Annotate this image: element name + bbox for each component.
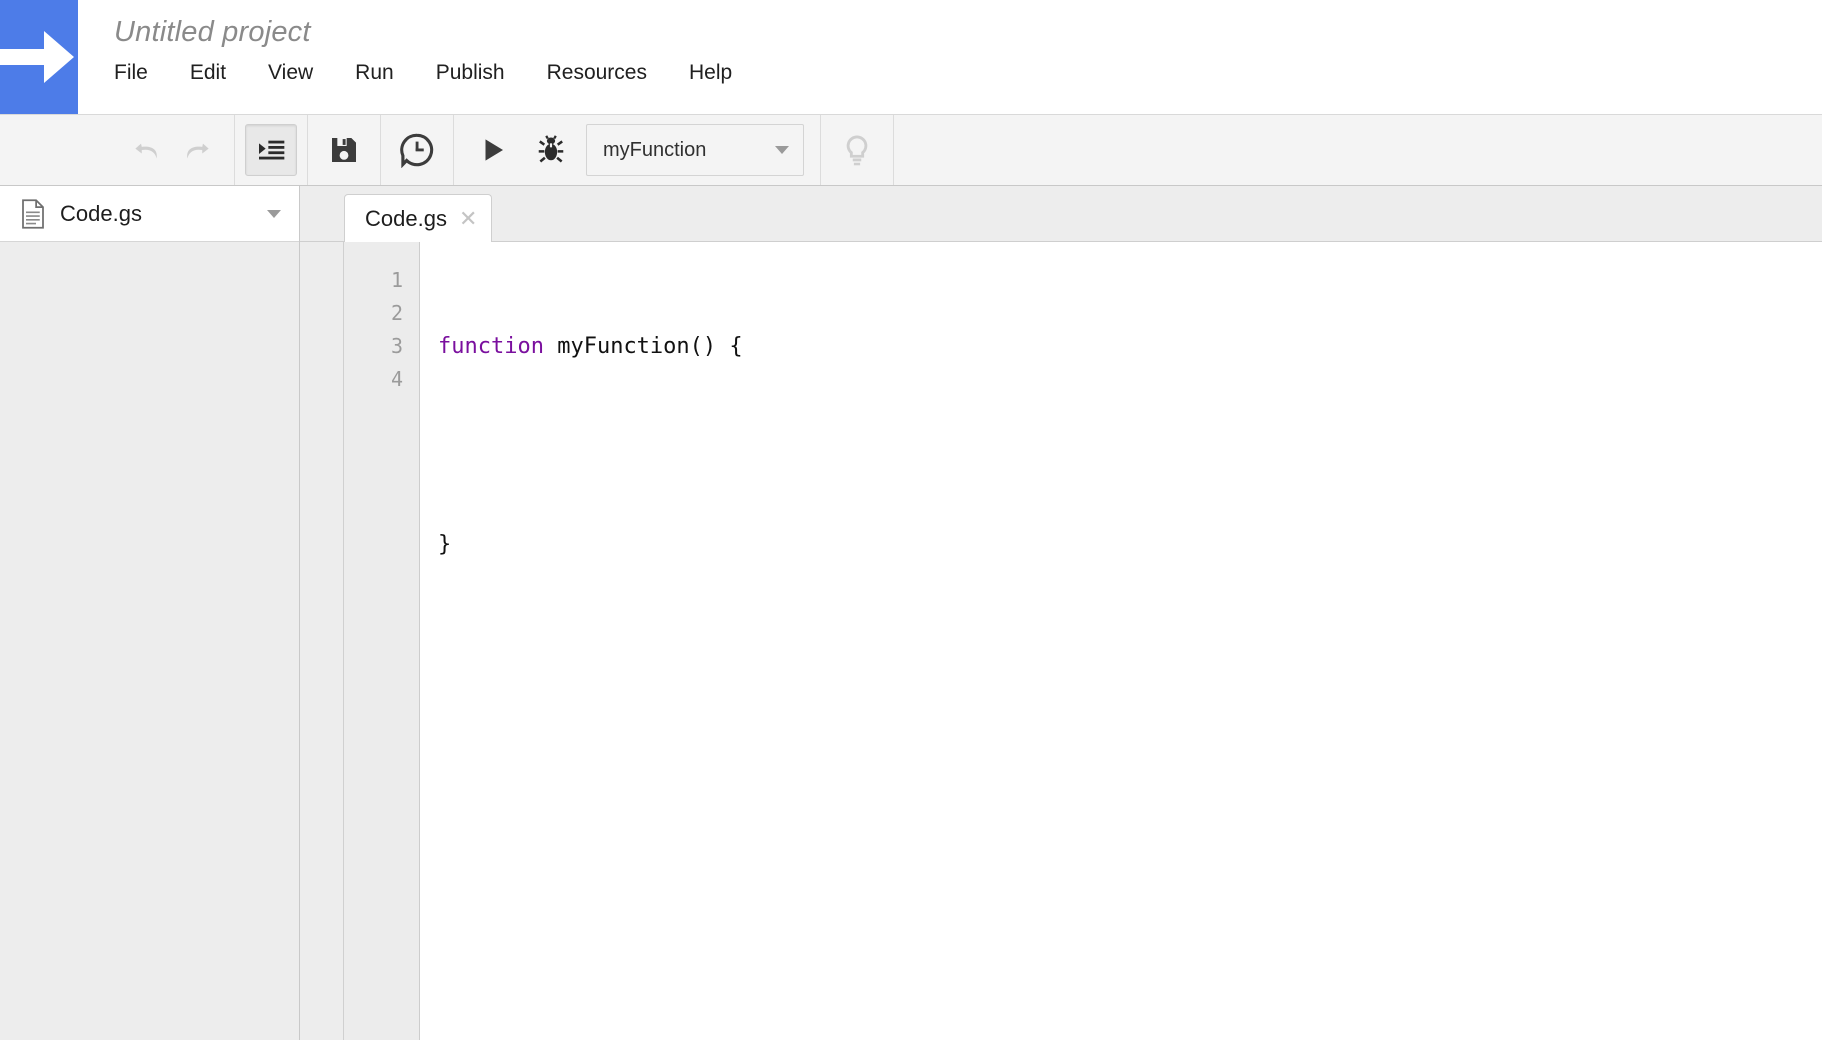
lightbulb-icon — [840, 133, 874, 167]
toolbar-group-version — [381, 115, 454, 185]
code-line: function myFunction() { — [438, 330, 1822, 363]
code-keyword: function — [438, 334, 544, 359]
code-line: ​ — [438, 627, 1822, 660]
line-number: 1 — [344, 264, 403, 297]
menu-item-publish[interactable]: Publish — [436, 58, 505, 88]
menu-item-help[interactable]: Help — [689, 58, 732, 88]
apps-script-editor: Untitled project File Edit View Run Publ… — [0, 0, 1822, 1040]
main-body: Code.gs Code.gs ✕ 1 2 3 4 — [0, 186, 1822, 1040]
file-menu-chevron-down-icon[interactable] — [267, 210, 281, 218]
menu-item-resources[interactable]: Resources — [547, 58, 647, 88]
header-text-block: Untitled project File Edit View Run Publ… — [78, 0, 732, 114]
toolbar-group-history — [110, 115, 235, 185]
menu-item-file[interactable]: File — [114, 58, 148, 88]
menu-item-run[interactable]: Run — [355, 58, 394, 88]
debug-button[interactable] — [522, 124, 580, 176]
page-title[interactable]: Untitled project — [114, 12, 732, 52]
file-script-icon — [20, 199, 46, 229]
toolbar-group-save — [308, 115, 381, 185]
version-history-button[interactable] — [391, 124, 443, 176]
hint-button[interactable] — [831, 124, 883, 176]
blue-arrow-logo-icon — [0, 25, 78, 89]
line-number: 3 — [344, 330, 403, 363]
line-number-gutter: 1 2 3 4 — [344, 242, 420, 1040]
editor-tabstrip: Code.gs ✕ — [300, 186, 1822, 242]
chevron-down-icon — [775, 146, 789, 154]
redo-button[interactable] — [172, 124, 224, 176]
code-editor[interactable]: 1 2 3 4 function myFunction() { ​ }​ ​ — [300, 242, 1822, 1040]
menu-item-edit[interactable]: Edit — [190, 58, 226, 88]
redo-icon — [181, 133, 215, 167]
indent-button[interactable] — [245, 124, 297, 176]
bug-icon — [535, 134, 567, 166]
function-select-value: myFunction — [603, 139, 706, 162]
toolbar-group-hint — [821, 115, 894, 185]
sidebar-item-label: Code.gs — [60, 201, 267, 227]
indent-icon — [255, 134, 287, 166]
menu-bar: File Edit View Run Publish Resources Hel… — [114, 58, 732, 88]
code-text: myFunction() { — [544, 334, 743, 359]
save-floppy-icon — [328, 134, 360, 166]
sidebar-item-code-gs[interactable]: Code.gs — [0, 186, 299, 242]
undo-button[interactable] — [120, 124, 172, 176]
toolbar: myFunction — [0, 114, 1822, 186]
sidebar-empty-area — [0, 242, 299, 1040]
run-button[interactable] — [464, 124, 522, 176]
line-number: 2 — [344, 297, 403, 330]
toolbar-group-format — [235, 115, 308, 185]
code-text: } — [438, 532, 451, 557]
tab-code-gs[interactable]: Code.gs ✕ — [344, 194, 492, 242]
gutter-margin — [300, 242, 344, 1040]
menu-item-view[interactable]: View — [268, 58, 313, 88]
toolbar-group-run: myFunction — [454, 115, 821, 185]
app-header: Untitled project File Edit View Run Publ… — [0, 0, 1822, 114]
code-line: ​ — [438, 429, 1822, 462]
close-icon[interactable]: ✕ — [459, 208, 477, 230]
save-button[interactable] — [318, 124, 370, 176]
clock-icon — [399, 132, 435, 168]
editor-panel: Code.gs ✕ 1 2 3 4 function myFunction() … — [300, 186, 1822, 1040]
play-icon — [478, 135, 508, 165]
code-line: }​ — [438, 528, 1822, 561]
file-sidebar: Code.gs — [0, 186, 300, 1040]
code-content[interactable]: function myFunction() { ​ }​ ​ — [420, 242, 1822, 1040]
line-number: 4 — [344, 363, 403, 396]
undo-icon — [129, 133, 163, 167]
tab-label: Code.gs — [365, 206, 447, 232]
function-select[interactable]: myFunction — [586, 124, 804, 176]
app-logo[interactable] — [0, 0, 78, 114]
